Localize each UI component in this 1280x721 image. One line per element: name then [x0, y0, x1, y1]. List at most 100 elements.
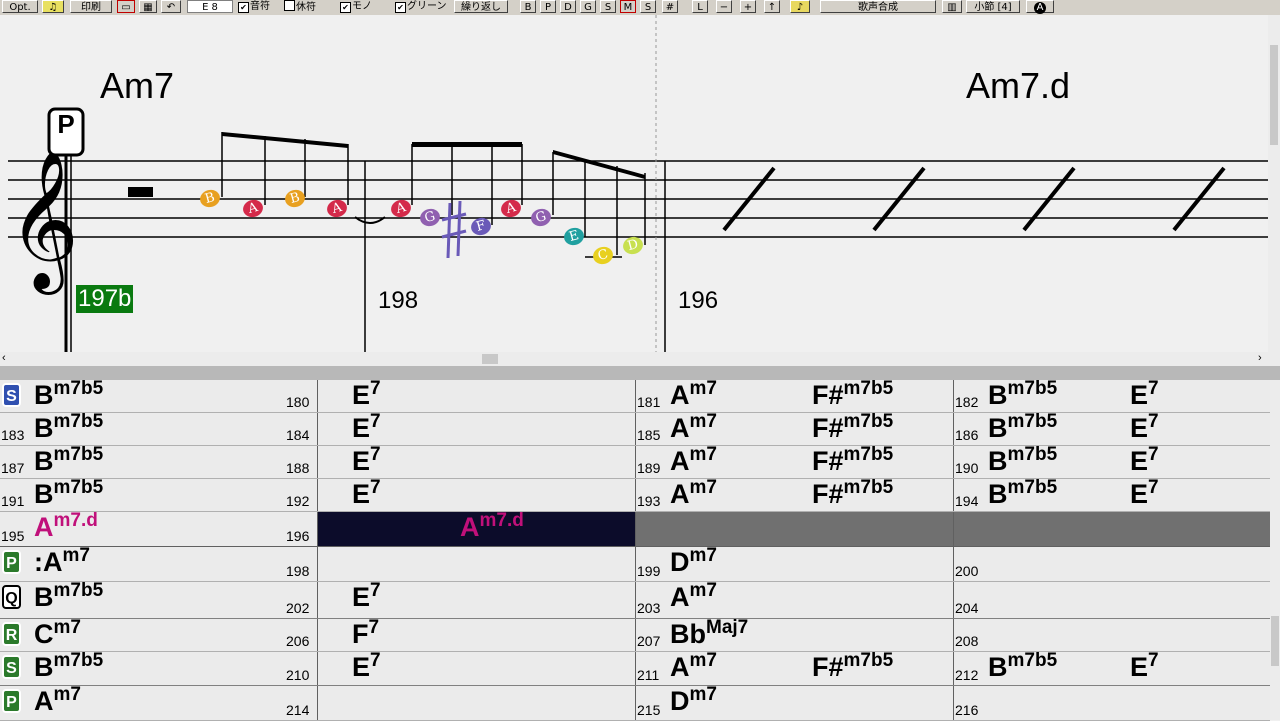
bar-cell[interactable]: 187 Bm7b5	[0, 444, 317, 478]
toggle-g-button[interactable]: G	[580, 0, 596, 13]
chord-symbol[interactable]: Am7.d	[966, 65, 1070, 107]
toggle-s2-button[interactable]: S	[640, 0, 656, 13]
print-button[interactable]: 印刷	[70, 0, 112, 13]
chord-symbol[interactable]: E7	[352, 477, 381, 510]
chord-symbol[interactable]: Am7	[670, 378, 717, 411]
chord-symbol[interactable]: Cm7	[34, 617, 81, 650]
bar-cell[interactable]: 183 Bm7b5	[0, 411, 317, 445]
chord-symbol[interactable]: Dm7	[670, 545, 717, 578]
chord-symbol[interactable]: Am7	[670, 650, 717, 683]
bar-cell[interactable]: 198	[286, 547, 636, 581]
scroll-left-icon[interactable]: ‹	[2, 352, 6, 364]
section-marker[interactable]: S	[0, 653, 32, 683]
chord-symbol[interactable]: Bm7b5	[988, 411, 1057, 444]
up-button[interactable]: ↑	[764, 0, 780, 13]
chord-symbol[interactable]: E7	[352, 411, 381, 444]
key-field[interactable]: E 8	[187, 0, 233, 13]
bar-cell[interactable]	[953, 512, 1271, 546]
green-checkbox[interactable]: ✔ グリーン	[395, 0, 447, 13]
l-button[interactable]: L	[692, 0, 708, 13]
repeat-button[interactable]: 繰り返し	[454, 0, 508, 13]
bar-cell[interactable]: 203 Am7	[635, 580, 954, 618]
bar-cell[interactable]: 195 Am7.d	[0, 510, 317, 546]
score-view-icon[interactable]: ♫	[42, 0, 64, 13]
bar-cell[interactable]: 204	[953, 582, 1271, 618]
bar-cell[interactable]: 214	[286, 686, 636, 720]
vocal-synth-button[interactable]: 歌声合成	[820, 0, 936, 13]
scroll-thumb[interactable]	[482, 354, 498, 364]
chord-symbol[interactable]: Am7	[670, 411, 717, 444]
chord-symbol[interactable]: Bm7b5	[34, 378, 103, 411]
chord-symbol[interactable]: E7	[1130, 477, 1159, 510]
bar-cell[interactable]: Am7	[0, 684, 317, 720]
bar-cell[interactable]: 202 E7	[286, 580, 636, 618]
bar-cell[interactable]: 216	[953, 686, 1271, 720]
chord-symbol[interactable]: F7	[352, 617, 379, 650]
bar-cell[interactable]: 212 Bm7b5 E7	[953, 650, 1271, 685]
chord-symbol[interactable]: E7	[352, 580, 381, 613]
bar-cell[interactable]	[635, 512, 954, 546]
chord-symbol[interactable]: E7	[1130, 378, 1159, 411]
arrow-icon[interactable]: ↶	[161, 0, 181, 13]
bar-cell[interactable]: Cm7	[0, 617, 317, 651]
bar-cell[interactable]: 184 E7	[286, 411, 636, 445]
chord-symbol[interactable]: F#m7b5	[812, 650, 893, 683]
scroll-thumb[interactable]	[1270, 45, 1278, 145]
bar-cell[interactable]: 182 Bm7b5 E7	[953, 378, 1271, 412]
scroll-right-icon[interactable]: ›	[1258, 352, 1262, 364]
speaker-icon[interactable]: ♪	[790, 0, 810, 13]
chord-symbol[interactable]: Bm7b5	[988, 378, 1057, 411]
toggle-p-button[interactable]: P	[540, 0, 556, 13]
bar-cell[interactable]: 190 Bm7b5 E7	[953, 444, 1271, 478]
notation-vertical-scrollbar[interactable]	[1268, 15, 1280, 352]
bar-count-button[interactable]: 小節 [4]	[966, 0, 1020, 13]
bar-cell[interactable]: 186 Bm7b5 E7	[953, 411, 1271, 445]
chord-symbol[interactable]: BbMaj7	[670, 617, 748, 650]
chord-symbol[interactable]: Am7	[100, 65, 174, 107]
chord-symbol[interactable]: F#m7b5	[812, 477, 893, 510]
bar-cell[interactable]: 191 Bm7b5	[0, 477, 317, 511]
toggle-s-button[interactable]: S	[600, 0, 616, 13]
scroll-thumb[interactable]	[1271, 616, 1279, 666]
bar-cell[interactable]: 210 E7	[286, 650, 636, 685]
opt-button[interactable]: Opt.	[2, 0, 38, 13]
notation-panel[interactable]: 𝄞 P Am7 Am7.d 197b 198 196 BABAAGFAGECD	[0, 15, 1268, 352]
chord-symbol[interactable]: Bm7b5	[988, 650, 1057, 683]
minus-button[interactable]: −	[716, 0, 732, 13]
bar-cell[interactable]: 180 E7	[286, 378, 636, 412]
chord-symbol[interactable]: Bm7b5	[34, 444, 103, 477]
chord-symbol[interactable]: F#m7b5	[812, 411, 893, 444]
bar-cell[interactable]: 207 BbMaj7	[635, 617, 954, 651]
chord-symbol[interactable]: Bm7b5	[34, 477, 103, 510]
chord-symbol[interactable]: Am7	[34, 684, 81, 717]
toggle-d-button[interactable]: D	[560, 0, 576, 13]
chord-symbol[interactable]: Bm7b5	[34, 580, 103, 613]
panel-separator[interactable]	[0, 366, 1280, 380]
chord-symbol[interactable]: E7	[352, 650, 381, 683]
section-marker[interactable]: P	[0, 687, 32, 717]
section-marker[interactable]: Q	[0, 583, 32, 613]
chord-sheet[interactable]: Bm7b5 180 E7 181 Am7 F#m7b5 182 Bm7b5 E7 S 183 Bm7b…	[0, 378, 1271, 721]
chord-symbol[interactable]: F#m7b5	[812, 444, 893, 477]
bar-cell[interactable]: 206 F7	[286, 617, 636, 651]
bar-cell[interactable]: 208	[953, 619, 1271, 651]
bar-cell[interactable]: 200	[953, 547, 1271, 581]
bar-cell[interactable]: :Am7	[0, 545, 317, 581]
bar-cell[interactable]: 188 E7	[286, 444, 636, 478]
section-marker[interactable]: S	[0, 381, 32, 411]
chord-symbol[interactable]: E7	[352, 378, 381, 411]
chord-symbol[interactable]: Am7	[670, 580, 717, 613]
bar-cell[interactable]: 189 Am7 F#m7b5	[635, 444, 954, 478]
chord-symbol[interactable]: Bm7b5	[988, 444, 1057, 477]
chord-symbol[interactable]: Am7.d	[34, 510, 98, 543]
bar-cell[interactable]: Bm7b5	[0, 650, 317, 685]
bar-cell[interactable]: 193 Am7 F#m7b5	[635, 477, 954, 511]
toggle-b-button[interactable]: B	[520, 0, 536, 13]
chord-symbol[interactable]: E7	[352, 444, 381, 477]
chord-symbol[interactable]: Bm7b5	[34, 650, 103, 683]
mono-checkbox[interactable]: ✔ モノ	[340, 0, 372, 13]
chord-symbol[interactable]: Bm7b5	[988, 477, 1057, 510]
keyboard-icon[interactable]: ▥	[942, 0, 962, 13]
bar-cell[interactable]: 194 Bm7b5 E7	[953, 477, 1271, 511]
note-name-checkbox[interactable]: ✔ 音符	[238, 0, 270, 13]
